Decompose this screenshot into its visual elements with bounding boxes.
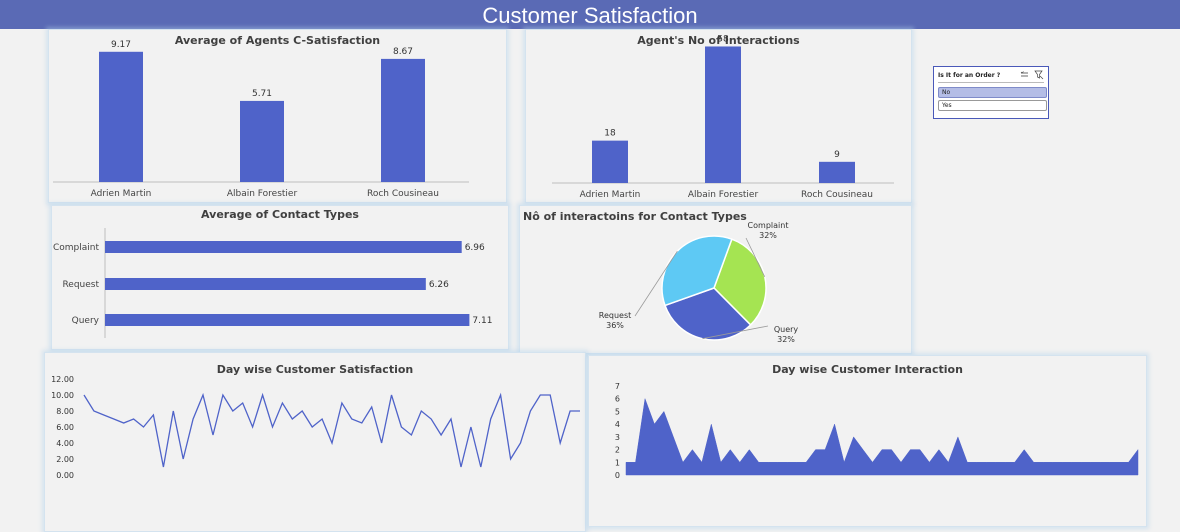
y-tick-label: 5 [615,407,620,416]
multi-select-icon[interactable] [1020,70,1030,80]
category-label: Request [62,280,99,290]
agent-interactions-chart: 18 Adrien Martin 58 Albain Forestier 9 Roch C… [552,34,894,200]
bar-3 [819,161,855,183]
category-label: Adrien Martin [580,190,641,200]
day-interactions-chart: 7 6 5 4 3 2 1 0 [615,382,1139,480]
bar-3 [381,58,425,182]
slicer-option-yes[interactable]: Yes [938,100,1047,111]
bar-1 [99,51,143,183]
data-label: 8.67 [393,47,413,57]
y-tick-label: 1 [615,458,620,467]
data-label: 5.71 [252,89,272,99]
series-area [625,398,1139,476]
category-label: Complaint [53,243,99,253]
clear-filter-icon[interactable] [1034,70,1044,80]
data-label: 9.17 [111,40,131,50]
contact-pie-panel: Nô of interactoins for Contact Types Com… [519,205,912,354]
y-tick-label: 4.00 [56,439,74,448]
category-label: Roch Cousineau [801,190,873,200]
data-label: 9 [834,150,840,160]
day-interactions-panel: Day wise Customer Interaction 76543210 [588,355,1147,527]
bar-1 [105,241,462,253]
data-label: 7.11 [472,316,492,326]
dashboard-title: Customer Satisfaction [0,0,1180,29]
day-csat-panel: Day wise Customer Satisfaction 12.00 10.0… [44,352,586,532]
category-label: Adrien Martin [91,189,152,199]
agent-csat-panel: Average of Agents C-Satisfaction 9.17 Adr… [48,29,507,203]
category-label: Albain Forestier [688,190,759,200]
y-tick-label: 6.00 [56,423,74,432]
y-tick-label: 3 [615,433,620,442]
bar-2 [105,278,426,290]
category-label: Query [72,316,100,326]
y-tick-label: 2 [615,446,620,455]
category-label: Roch Cousineau [367,189,439,199]
contact-pie-chart: Complaint32%Query32%Request36% [599,221,799,344]
contact-types-panel: Average of Contact Types 6.96 Complaint 6.… [51,205,509,350]
y-tick-label: 8.00 [56,407,74,416]
y-tick-label: 7 [615,382,620,391]
slicer-title: Is It for an Order ? [938,72,1001,79]
data-label: 6.96 [465,243,485,253]
y-tick-label: 4 [615,420,620,429]
data-label: 18 [604,129,616,139]
slice-name-label: Request [599,311,632,320]
slice-percent-label: 36% [606,321,624,330]
y-tick-label: 0.00 [56,471,74,480]
y-tick-label: 10.00 [51,391,74,400]
data-label: 58 [717,34,729,44]
bar-3 [105,314,470,326]
slicer-option-no[interactable]: No [938,87,1047,98]
data-label: 6.26 [429,280,449,290]
order-filter-slicer: Is It for an Order ? No Yes [933,66,1049,119]
category-label: Albain Forestier [227,189,298,199]
agent-csat-chart: 9.17 Adrien Martin 5.71 Albain Forestier 8.6… [53,40,469,199]
agent-interactions-panel: Agent's No of Interactions 18 Adrien Mart… [525,29,912,203]
slice-percent-label: 32% [777,335,795,344]
bar-2 [705,46,741,183]
y-tick-label: 2.00 [56,455,74,464]
contact-types-chart: 6.96 Complaint 6.26 Request 7.11 Query [53,228,492,338]
series-line [83,392,580,468]
slice-name-label: Complaint [748,221,789,230]
day-csat-chart: 12.00 10.00 8.00 6.00 4.00 2.00 0.00 [51,375,580,480]
slicer-header: Is It for an Order ? [938,70,1044,83]
bar-1 [592,140,628,183]
y-tick-label: 12.00 [51,375,74,384]
slice-name-label: Query [774,325,799,334]
y-tick-label: 0 [615,471,620,480]
slice-percent-label: 32% [759,231,777,240]
bar-2 [240,100,284,182]
y-tick-label: 6 [615,395,620,404]
